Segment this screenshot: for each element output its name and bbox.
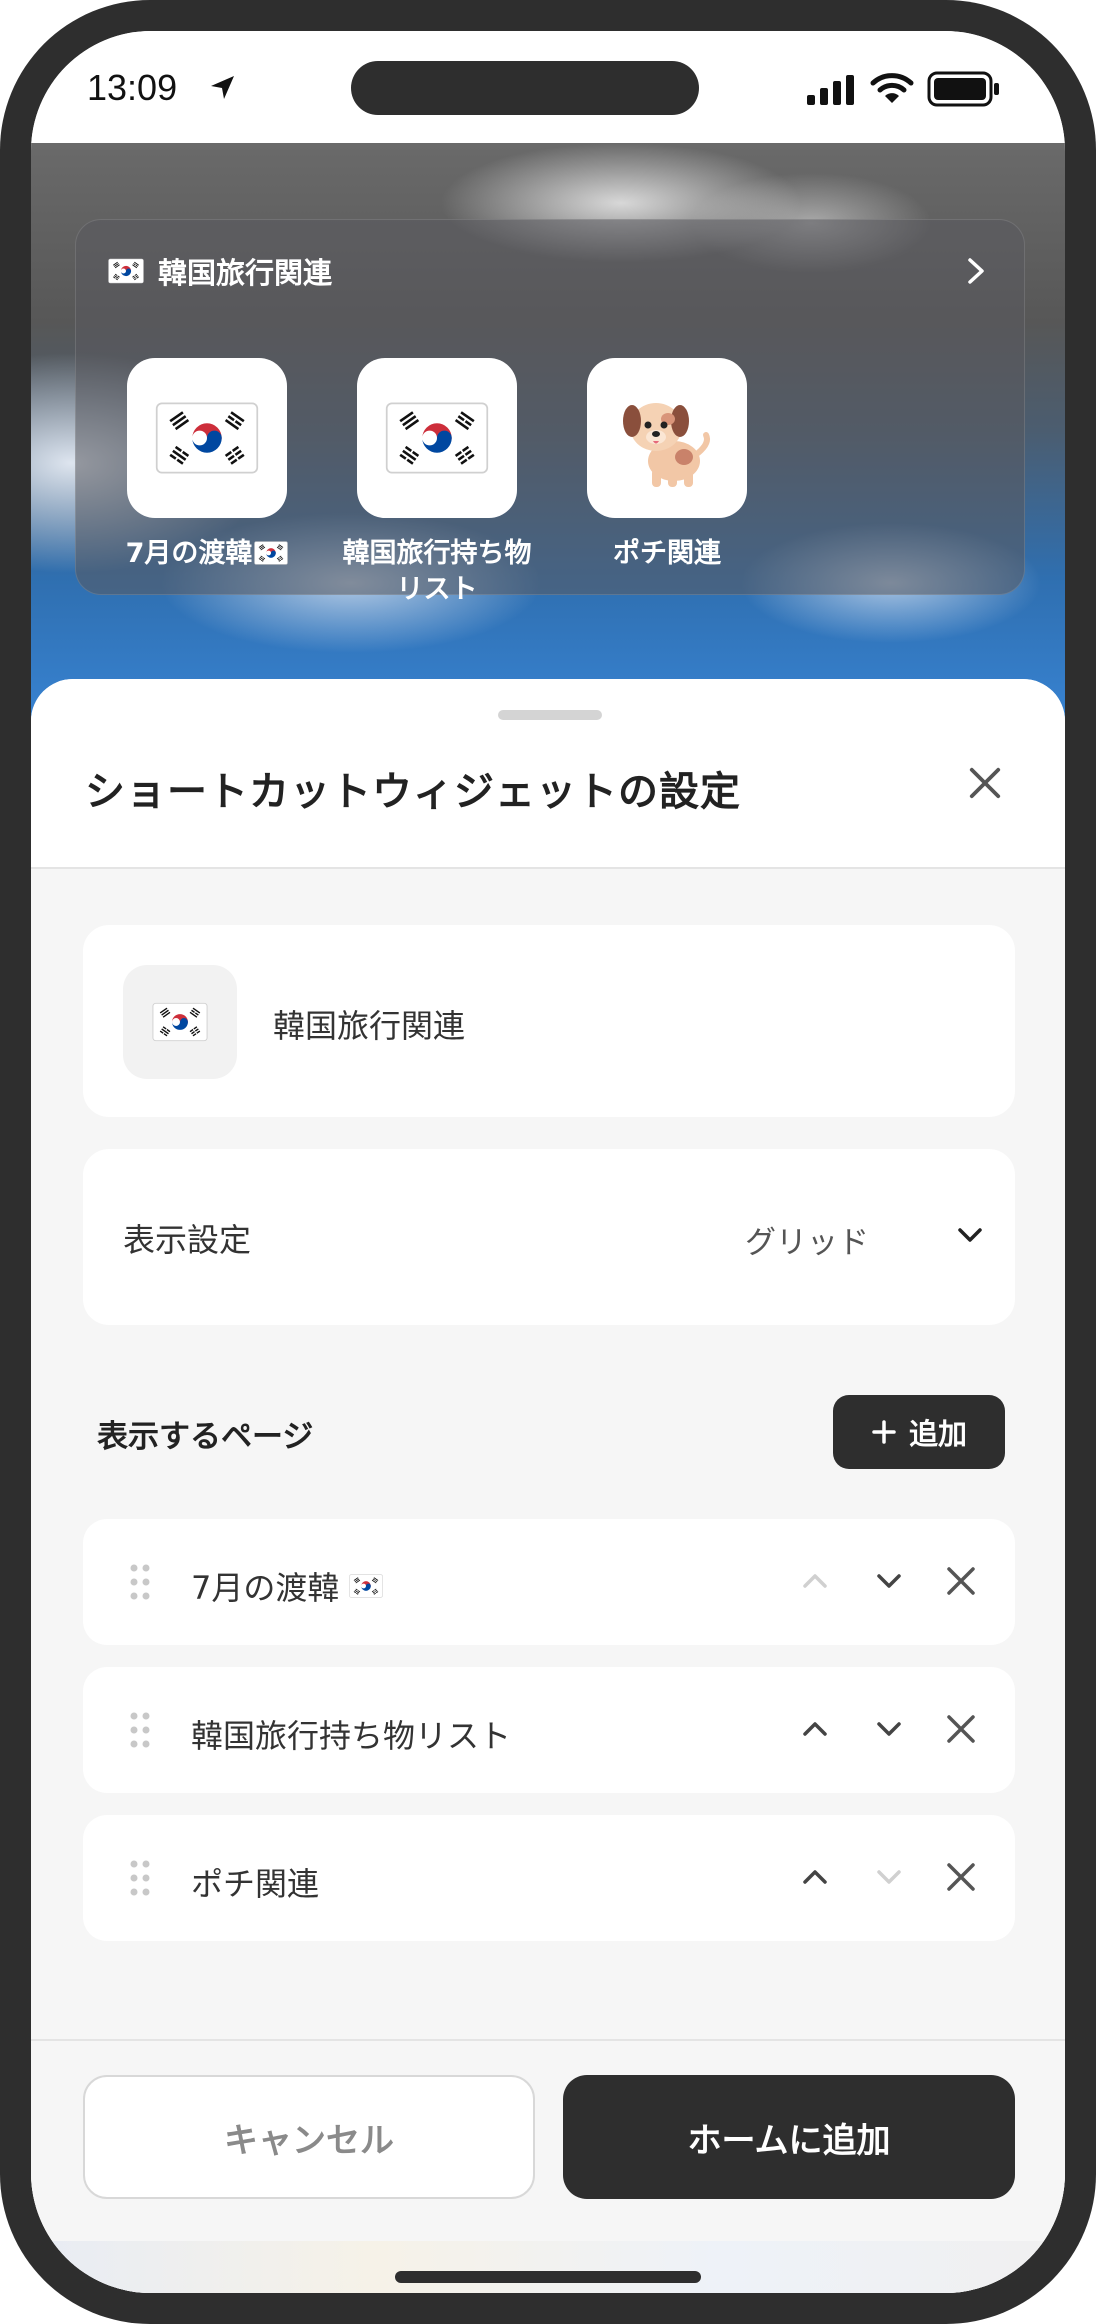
sheet-footer: キャンセル ホームに追加 xyxy=(31,2039,1065,2293)
display-setting-value: グリッド xyxy=(745,1225,869,1261)
bottom-strip xyxy=(31,2241,1065,2293)
add-page-button-label: 追加 xyxy=(908,1417,967,1451)
add-page-button[interactable]: 追加 xyxy=(833,1395,1005,1469)
page-row-label: 7月の渡韓 xyxy=(191,1563,383,1609)
widget-title: 韓国旅行関連 xyxy=(108,250,332,292)
cancel-button[interactable]: キャンセル xyxy=(83,2075,535,2199)
remove-icon[interactable] xyxy=(941,1561,981,1601)
dog-icon xyxy=(623,403,710,487)
add-to-home-button[interactable]: ホームに追加 xyxy=(563,2075,1015,2199)
widget-item-label: ポチ関連 xyxy=(613,538,721,569)
phone-frame: 13:09 韓国旅行関連 7月の渡韓 韓国旅行持ち物リスト ポチ関連 ショートカ… xyxy=(0,0,1096,2324)
plus-icon xyxy=(872,1420,896,1444)
widget-item-label-text: 7月の渡韓 xyxy=(125,538,253,569)
korean-flag-icon xyxy=(155,401,259,475)
move-up-icon[interactable] xyxy=(795,1709,835,1749)
widget-settings-sheet: ショートカットウィジェットの設定 韓国旅行関連 表示設定 グリッド 表示するペー… xyxy=(31,679,1065,2293)
widget-name-field[interactable]: 韓国旅行関連 xyxy=(273,1001,465,1047)
drag-handle-icon[interactable] xyxy=(129,1711,151,1749)
korean-flag-icon xyxy=(254,541,288,565)
move-up-icon[interactable] xyxy=(795,1857,835,1897)
status-bar: 13:09 xyxy=(31,31,1065,143)
screen: 13:09 韓国旅行関連 7月の渡韓 韓国旅行持ち物リスト ポチ関連 ショートカ… xyxy=(31,31,1065,2293)
drag-handle-icon[interactable] xyxy=(129,1563,151,1601)
remove-icon[interactable] xyxy=(941,1709,981,1749)
page-row-label: ポチ関連 xyxy=(191,1865,320,1903)
korean-flag-icon xyxy=(349,1574,383,1598)
widget-name-card[interactable]: 韓国旅行関連 xyxy=(83,925,1015,1117)
widget-item[interactable]: 韓国旅行持ち物リスト xyxy=(342,358,532,608)
home-indicator[interactable] xyxy=(395,2271,701,2283)
widget-tile xyxy=(357,358,517,518)
battery-icon xyxy=(927,71,999,107)
drag-handle-icon[interactable] xyxy=(129,1859,151,1897)
widget-item[interactable]: 7月の渡韓 xyxy=(112,358,302,572)
widget-item[interactable]: ポチ関連 xyxy=(572,358,762,572)
sheet-header: ショートカットウィジェットの設定 xyxy=(31,679,1065,869)
page-row[interactable]: ポチ関連 xyxy=(83,1815,1015,1941)
sheet-title: ショートカットウィジェットの設定 xyxy=(85,769,741,815)
remove-icon[interactable] xyxy=(941,1857,981,1897)
korean-flag-icon xyxy=(152,1002,208,1042)
chevron-right-icon[interactable] xyxy=(964,254,988,288)
widget-item-label: 韓国旅行持ち物リスト xyxy=(342,538,532,605)
cellular-signal-icon xyxy=(807,75,854,105)
shortcut-widget-preview[interactable]: 韓国旅行関連 7月の渡韓 韓国旅行持ち物リスト ポチ関連 xyxy=(75,219,1025,605)
korean-flag-icon xyxy=(108,258,144,284)
dynamic-island xyxy=(351,61,699,115)
page-row[interactable]: 韓国旅行持ち物リスト xyxy=(83,1667,1015,1793)
move-up-icon[interactable] xyxy=(795,1561,835,1601)
pages-heading: 表示するページ xyxy=(97,1419,314,1455)
widget-tile xyxy=(127,358,287,518)
status-time: 13:09 xyxy=(87,67,178,108)
location-arrow-icon xyxy=(211,76,234,99)
wifi-icon xyxy=(870,73,914,103)
move-down-icon[interactable] xyxy=(869,1709,909,1749)
page-row-label-text: 7月の渡韓 xyxy=(191,1569,340,1607)
page-row-label: 韓国旅行持ち物リスト xyxy=(191,1717,512,1755)
korean-flag-icon xyxy=(385,401,489,475)
chevron-down-icon xyxy=(958,1228,982,1242)
move-down-icon[interactable] xyxy=(869,1561,909,1601)
sheet-grabber[interactable] xyxy=(498,710,602,720)
widget-item-label: 7月の渡韓 xyxy=(112,536,302,572)
display-setting-select[interactable]: 表示設定 グリッド xyxy=(83,1149,1015,1325)
widget-title-text: 韓国旅行関連 xyxy=(158,256,333,290)
move-down-icon[interactable] xyxy=(869,1857,909,1897)
page-row[interactable]: 7月の渡韓 xyxy=(83,1519,1015,1645)
widget-tile xyxy=(587,358,747,518)
widget-emoji-picker[interactable] xyxy=(123,965,237,1079)
display-setting-label: 表示設定 xyxy=(123,1221,252,1259)
close-icon[interactable] xyxy=(963,761,1007,805)
